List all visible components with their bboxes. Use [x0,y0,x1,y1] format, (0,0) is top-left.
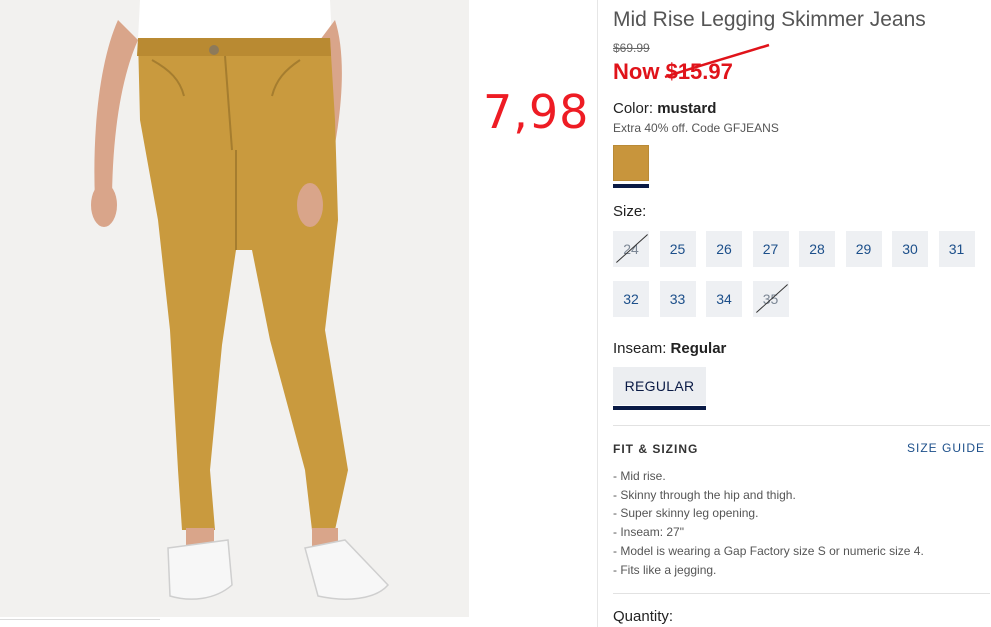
section-divider [613,425,990,426]
image-divider [0,619,160,620]
swatch-selected-indicator [613,184,649,188]
product-image[interactable] [0,0,469,617]
fit-sizing-title: FIT & SIZING [613,442,699,456]
fit-bullet: Mid rise. [613,467,924,486]
original-price: $69.99 [613,41,650,55]
color-label: Color: [613,100,654,117]
price-strikethrough [664,43,770,79]
inseam-selected-indicator [613,406,706,410]
section-divider [613,593,990,594]
inseam-value: Regular [670,340,727,357]
color-value: mustard [657,100,717,117]
size-option-25[interactable]: 25 [659,231,696,267]
annotated-price: 7,98 [483,85,590,139]
inseam-regular-button[interactable]: REGULAR [613,367,706,405]
size-option-27[interactable]: 27 [752,231,789,267]
color-swatch-mustard[interactable] [613,145,649,181]
promo-text: Extra 40% off. Code GFJEANS [613,121,779,135]
size-option-33[interactable]: 33 [659,281,696,317]
fit-bullet: Fits like a jegging. [613,561,924,580]
size-option-24[interactable]: 24 [613,231,649,267]
column-divider [597,0,598,627]
size-label: Size: [613,203,647,220]
quantity-label: Quantity: [613,608,674,625]
fit-bullet: Skinny through the hip and thigh. [613,486,924,505]
size-option-31[interactable]: 31 [938,231,975,267]
product-title: Mid Rise Legging Skimmer Jeans [613,8,926,31]
size-option-35[interactable]: 35 [752,281,789,317]
size-option-34[interactable]: 34 [706,281,742,317]
size-guide-link[interactable]: SIZE GUIDE [907,441,985,455]
size-option-28[interactable]: 28 [799,231,835,267]
color-selector-label: Color: mustard [613,100,716,117]
inseam-label-text: Inseam: [613,340,667,357]
fit-bullets: Mid rise.Skinny through the hip and thig… [613,467,924,580]
size-option-29[interactable]: 29 [845,231,882,267]
fit-bullet: Super skinny leg opening. [613,504,924,523]
size-option-32[interactable]: 32 [613,281,649,317]
product-details: Mid Rise Legging Skimmer Jeans $69.99 No… [613,0,991,627]
product-page: 7,98 Mid Rise Legging Skimmer Jeans $69.… [0,0,991,627]
fit-bullet: Model is wearing a Gap Factory size S or… [613,542,923,561]
jeans-illustration [0,0,469,617]
inseam-label: Inseam: Regular [613,340,726,357]
size-option-26[interactable]: 26 [706,231,742,267]
size-option-30[interactable]: 30 [892,231,928,267]
now-label: Now [613,59,660,84]
fit-bullet: Inseam: 27" [613,523,924,542]
